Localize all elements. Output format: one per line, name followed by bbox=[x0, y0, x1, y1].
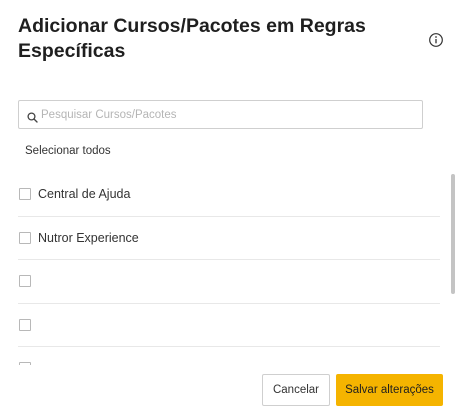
search-icon bbox=[27, 110, 38, 123]
add-courses-modal: Adicionar Cursos/Pacotes em Regras Espec… bbox=[0, 0, 460, 416]
list-item[interactable] bbox=[18, 304, 440, 347]
item-label: Central de Ajuda bbox=[38, 187, 131, 202]
item-checkbox[interactable] bbox=[19, 231, 31, 244]
item-checkbox[interactable] bbox=[19, 188, 31, 201]
search-field[interactable] bbox=[18, 100, 423, 129]
info-icon[interactable] bbox=[428, 32, 444, 48]
item-checkbox[interactable] bbox=[19, 275, 31, 288]
item-checkbox[interactable] bbox=[19, 318, 31, 331]
select-all-link[interactable]: Selecionar todos bbox=[25, 145, 111, 157]
save-button[interactable]: Salvar alterações bbox=[336, 374, 443, 406]
item-label: Nutror Experience bbox=[38, 230, 139, 245]
list-item[interactable] bbox=[18, 260, 440, 304]
list-scrollbar[interactable] bbox=[451, 174, 455, 294]
list-item[interactable] bbox=[18, 347, 440, 365]
cancel-button[interactable]: Cancelar bbox=[262, 374, 330, 406]
list-item[interactable]: Central de Ajuda bbox=[18, 173, 440, 217]
search-input[interactable] bbox=[41, 103, 416, 126]
modal-title: Adicionar Cursos/Pacotes em Regras Espec… bbox=[18, 15, 366, 62]
modal-footer: Cancelar Salvar alterações bbox=[0, 366, 460, 416]
course-list: Central de Ajuda Nutror Experience bbox=[18, 173, 440, 365]
list-item[interactable]: Nutror Experience bbox=[18, 217, 440, 260]
item-checkbox[interactable] bbox=[19, 362, 31, 365]
